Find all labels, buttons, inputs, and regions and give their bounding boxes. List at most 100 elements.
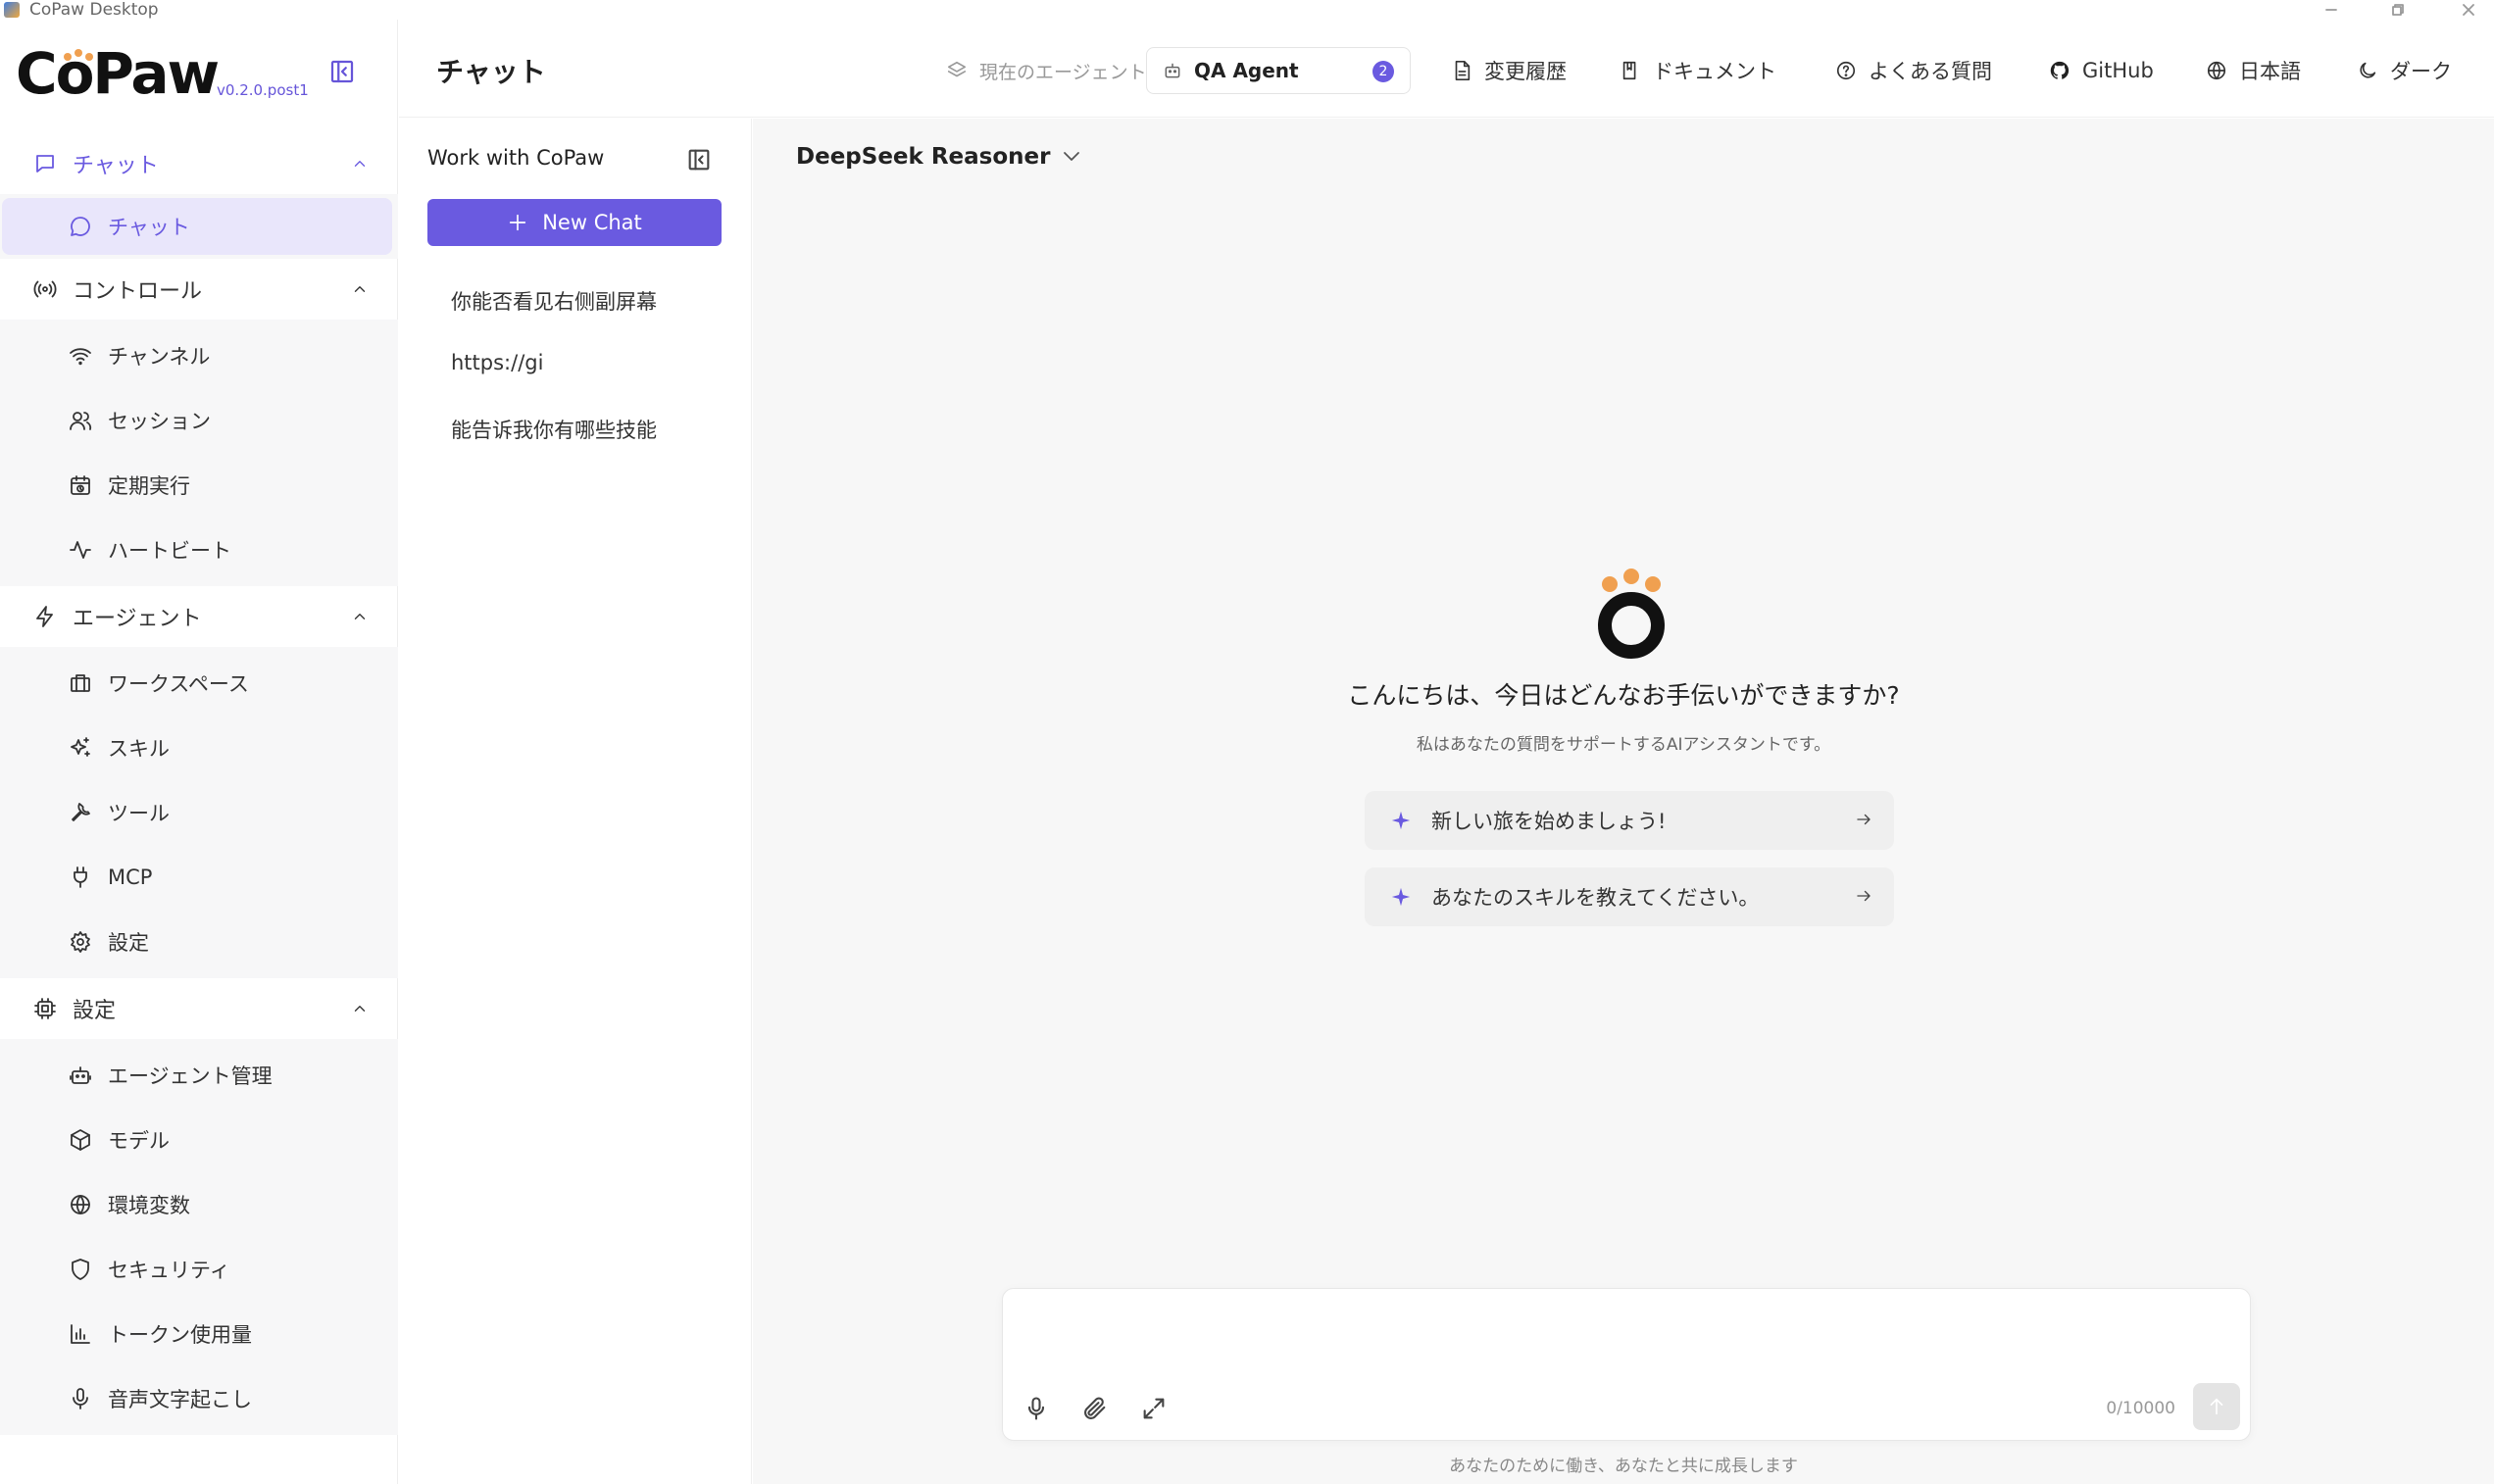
sidebar-item-label: チャット: [108, 216, 190, 239]
sidebar-item-agent-settings[interactable]: 設定: [0, 910, 398, 974]
sidebar-item-tools[interactable]: ツール: [0, 780, 398, 845]
model-name: DeepSeek Reasoner: [796, 144, 1051, 170]
changelog-label: 変更履歴: [1484, 60, 1567, 83]
panel-collapse-button[interactable]: [685, 146, 713, 173]
sidebar-item-transcription[interactable]: 音声文字起こし: [0, 1366, 398, 1431]
logo-paw-dots: [64, 49, 93, 61]
sidebar-item-models[interactable]: モデル: [0, 1108, 398, 1172]
model-selector[interactable]: DeepSeek Reasoner: [796, 144, 1083, 170]
expand-input-button[interactable]: [1140, 1395, 1168, 1422]
suggestion-card[interactable]: あなたのスキルを教えてください。: [1365, 867, 1894, 926]
panel-title: Work with CoPaw: [427, 146, 605, 170]
language-switch[interactable]: 日本語: [2206, 55, 2301, 86]
sidebar-item-label: 音声文字起こし: [108, 1388, 252, 1411]
sidebar-item-mcp[interactable]: MCP: [0, 845, 398, 910]
message-composer[interactable]: 0/10000: [1002, 1288, 2251, 1441]
github-icon: [2050, 61, 2070, 79]
sidebar-group-label: コントロール: [73, 279, 203, 304]
window-titlebar: CoPaw Desktop: [0, 0, 2494, 20]
sparkle-icon: [1391, 887, 1411, 907]
globe-icon: [71, 1195, 90, 1214]
chat-list-panel: Work with CoPaw New Chat 你能否看见右侧副屏幕 http…: [399, 119, 752, 1484]
changelog-link[interactable]: 変更履歴: [1451, 55, 1567, 86]
gear-icon: [71, 931, 90, 953]
broadcast-icon: [33, 280, 57, 298]
chat-history-item[interactable]: 你能否看见右侧副屏幕: [451, 286, 657, 316]
arrow-right-icon: [1857, 814, 1870, 825]
new-chat-button[interactable]: New Chat: [427, 199, 722, 246]
panel-collapse-icon: [688, 149, 710, 171]
minimize-button[interactable]: [2312, 0, 2351, 20]
theme-toggle[interactable]: ダーク: [2357, 55, 2452, 86]
docs-label: ドキュメント: [1653, 60, 1776, 83]
sidebar-item-label: 環境変数: [108, 1194, 190, 1217]
sidebar-item-security[interactable]: セキュリティ: [0, 1237, 398, 1302]
sidebar-group-chat[interactable]: チャット: [0, 133, 398, 194]
sidebar-group-control[interactable]: コントロール: [0, 259, 398, 320]
sidebar-group-settings[interactable]: 設定: [0, 978, 398, 1039]
robot-icon: [1165, 63, 1180, 78]
sidebar-item-label: トークン使用量: [108, 1323, 252, 1347]
chat-history-item[interactable]: 能告诉我你有哪些技能: [451, 415, 657, 444]
sidebar-item-skills[interactable]: スキル: [0, 716, 398, 780]
sidebar-item-label: ツール: [108, 802, 170, 825]
suggestion-card[interactable]: 新しい旅を始めましょう!: [1365, 791, 1894, 850]
restore-button[interactable]: [2378, 0, 2418, 20]
sidebar-collapse-icon: [330, 60, 354, 83]
github-link[interactable]: GitHub: [2049, 55, 2154, 86]
docs-link[interactable]: ドキュメント: [1620, 55, 1776, 86]
sidebar-group-items: ワークスペース スキル ツール MCP 設定: [0, 647, 398, 978]
cube-icon: [71, 1129, 90, 1151]
close-button[interactable]: [2449, 0, 2488, 20]
sidebar-item-workspace[interactable]: ワークスペース: [0, 651, 398, 716]
microphone-icon: [73, 1388, 88, 1410]
chat-square-icon: [36, 155, 54, 173]
wifi-icon: [70, 348, 91, 366]
message-input[interactable]: [1023, 1305, 2230, 1373]
sidebar-item-label: エージェント管理: [108, 1064, 273, 1088]
sidebar-item-chat[interactable]: チャット: [2, 198, 392, 255]
current-agent-text: 現在のエージェント: [979, 61, 1147, 83]
window-title: CoPaw Desktop: [29, 0, 159, 20]
sidebar-item-label: 定期実行: [108, 474, 190, 498]
sidebar-item-scheduled[interactable]: 定期実行: [0, 453, 398, 518]
sidebar-item-heartbeat[interactable]: ハートビート: [0, 518, 398, 582]
chat-history-item[interactable]: https://gi: [451, 351, 543, 374]
sidebar-item-token-usage[interactable]: トークン使用量: [0, 1302, 398, 1366]
briefcase-icon: [71, 674, 90, 692]
version-label: v0.2.0.post1: [217, 81, 309, 99]
sidebar-group-items: チャンネル セッション 定期実行 ハートビート: [0, 320, 398, 586]
github-label: GitHub: [2082, 59, 2154, 82]
robot-icon: [70, 1066, 91, 1084]
sidebar-group-items: エージェント管理 モデル 環境変数 セキュリティ トークン使用量 音声文字起こし: [0, 1039, 398, 1435]
sidebar-item-channels[interactable]: チャンネル: [0, 323, 398, 388]
sidebar-group-label: 設定: [73, 999, 117, 1023]
agent-selector[interactable]: QA Agent 2: [1146, 47, 1411, 94]
plus-icon: [510, 214, 526, 231]
bar-chart-icon: [71, 1324, 90, 1344]
sidebar-item-label: セキュリティ: [108, 1259, 230, 1282]
send-button[interactable]: [2193, 1383, 2240, 1430]
sidebar-nav: チャット チャット コントロール チャンネル セッション 定期実行 ハートビート…: [0, 133, 398, 1435]
arrow-up-icon: [2210, 1398, 2223, 1415]
sidebar-group-agent[interactable]: エージェント: [0, 586, 398, 647]
agent-name: QA Agent: [1194, 59, 1299, 82]
chat-main: DeepSeek Reasoner こんにちは、今日はどんなお手伝いができますか…: [753, 119, 2494, 1484]
sidebar-item-sessions[interactable]: セッション: [0, 388, 398, 453]
close-icon: [2463, 4, 2474, 16]
welcome-subtitle: 私はあなたの質問をサポートするAIアシスタントです。: [1416, 735, 1831, 755]
sidebar-collapse-button[interactable]: [327, 57, 357, 86]
voice-input-button[interactable]: [1023, 1395, 1050, 1422]
theme-label: ダーク: [2390, 60, 2452, 83]
sidebar-item-label: チャンネル: [108, 345, 211, 369]
sidebar-item-env-vars[interactable]: 環境変数: [0, 1172, 398, 1237]
cpu-icon: [34, 998, 56, 1019]
attach-file-button[interactable]: [1081, 1395, 1109, 1422]
expand-icon: [1143, 1398, 1165, 1419]
faq-link[interactable]: よくある質問: [1835, 55, 1992, 86]
minimize-icon: [2325, 9, 2337, 11]
pulse-icon: [70, 541, 91, 559]
question-circle-icon: [1836, 61, 1856, 80]
sidebar-item-agent-management[interactable]: エージェント管理: [0, 1043, 398, 1108]
users-icon: [70, 412, 92, 430]
